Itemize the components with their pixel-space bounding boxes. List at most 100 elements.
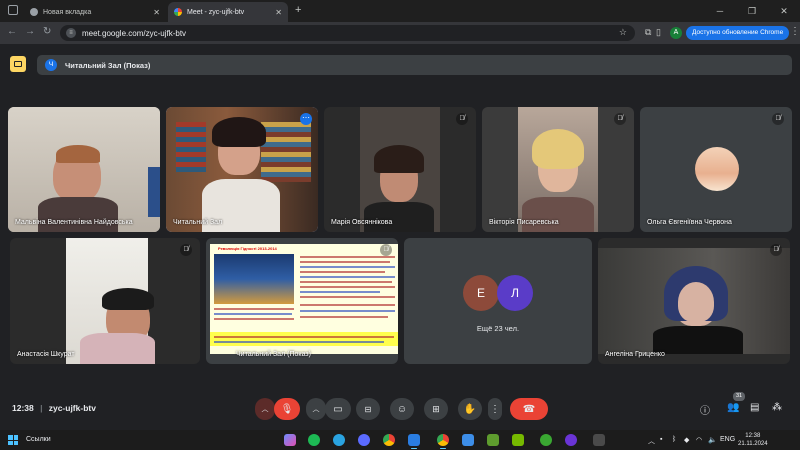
participant-tile[interactable]: 🎙̸ Анастасія Шкурат <box>10 238 200 364</box>
mic-toggle-button[interactable]: 🎙 <box>274 398 300 420</box>
chrome-active-icon[interactable] <box>437 434 449 449</box>
bluetooth-icon[interactable]: ᛒ <box>672 436 676 443</box>
slide-text-line <box>300 296 395 298</box>
more-options-icon[interactable]: ⋯ <box>300 113 312 125</box>
person-body <box>653 326 743 354</box>
close-tab-icon[interactable]: ✕ <box>153 8 160 17</box>
tab-title: Meet - zyc-ujfk-btv <box>187 8 245 16</box>
utorrent-icon[interactable] <box>540 434 552 446</box>
close-tab-icon[interactable]: ✕ <box>275 8 282 17</box>
participant-tile[interactable]: ⋯ Читальний Зал <box>166 107 318 232</box>
avatar-initial: Л <box>511 286 519 300</box>
nvidia-icon[interactable] <box>512 434 524 446</box>
new-tab-icon[interactable]: + <box>295 4 301 16</box>
close-window-icon[interactable]: ✕ <box>768 0 800 22</box>
system-clock[interactable]: 12:38 21.11.2024 <box>738 432 768 448</box>
bookshelf <box>261 122 311 182</box>
raise-hand-button[interactable]: ✋ <box>458 398 482 420</box>
address-bar[interactable]: ≡ meet.google.com/zyc-ujfk-btv ☆ <box>60 25 635 41</box>
others-tile[interactable]: Е Л Ещё 23 чел. <box>404 238 592 364</box>
maximize-icon[interactable]: ❐ <box>736 0 768 22</box>
chrome-icon[interactable] <box>383 434 395 446</box>
activities-icon[interactable]: ⁂ <box>772 402 782 413</box>
media-app-icon[interactable] <box>565 434 577 446</box>
steam-icon[interactable] <box>462 434 474 446</box>
participant-tile[interactable]: 🎙̸ Ольга Євгеніївна Червона <box>640 107 792 232</box>
reactions-button[interactable]: ☺ <box>390 398 414 420</box>
presentation-tile[interactable]: Революція Гідності 2013-2014 🎙̸ Читальни… <box>206 238 398 364</box>
back-icon[interactable]: ← <box>7 26 17 37</box>
more-options-button[interactable]: ⋮ <box>488 398 502 420</box>
mic-off-icon: 🎙̸ <box>770 244 782 256</box>
participant-tile[interactable]: Мальвіна Валентинівна Найдовська <box>8 107 160 232</box>
language-indicator[interactable]: ENG <box>720 436 735 443</box>
minimize-icon[interactable]: ─ <box>704 0 736 22</box>
present-button[interactable]: ⊞ <box>424 398 448 420</box>
settings-icon[interactable] <box>593 434 605 446</box>
slide-text-line <box>300 266 395 268</box>
more-vert-icon: ⋮ <box>490 403 500 415</box>
windows-start-icon[interactable] <box>8 435 18 445</box>
presenting-icon[interactable] <box>10 56 26 72</box>
clock-time: 12:38 <box>745 433 761 439</box>
browser-tabstrip: Новая вкладка ✕ Meet - zyc-ujfk-btv ✕ + … <box>0 0 800 22</box>
chrome-update-button[interactable]: Доступно обновление Chrome <box>686 26 790 40</box>
chevron-up-icon: ︿ <box>312 406 320 413</box>
leave-call-button[interactable]: ☎ <box>510 398 548 420</box>
audio-options-button[interactable]: ︿ <box>255 398 275 420</box>
participant-tile[interactable]: 🎙̸ Марія Овсяннікова <box>324 107 476 232</box>
video-options-button[interactable]: ︿ <box>306 398 326 420</box>
bookmark-star-icon[interactable]: ☆ <box>619 27 627 38</box>
participant-name: Читальний Зал <box>173 219 223 226</box>
minecraft-icon[interactable] <box>487 434 499 446</box>
participant-tile[interactable]: 🎙̸ Вікторія Писаревська <box>482 107 634 232</box>
site-info-icon[interactable]: ≡ <box>66 28 76 38</box>
edge-app-icon[interactable] <box>408 434 420 449</box>
tab-meet[interactable]: Meet - zyc-ujfk-btv ✕ <box>168 2 288 22</box>
tab-search-icon[interactable] <box>8 5 18 15</box>
person-hair <box>532 129 584 169</box>
captions-button[interactable]: ⊟ <box>356 398 380 420</box>
tray-app-icon[interactable]: ◆ <box>684 436 689 444</box>
messenger-icon[interactable] <box>358 434 370 446</box>
volume-icon[interactable]: 🔈 <box>708 436 717 444</box>
browser-toolbar: ← → ↻ ≡ meet.google.com/zyc-ujfk-btv ☆ ⧉… <box>0 22 800 44</box>
more-participants-label: Ещё 23 чел. <box>476 324 520 333</box>
forward-icon[interactable]: → <box>25 26 35 37</box>
mic-off-icon: 🎙̸ <box>456 113 468 125</box>
participant-count-badge: 31 <box>733 392 745 401</box>
participant-tile[interactable]: 🎙̸ Ангеліна Гриценко <box>598 238 790 364</box>
person-hair <box>56 145 100 163</box>
side-panel-icon[interactable]: ▯ <box>656 27 661 38</box>
presentation-bar[interactable]: Ч Читальний Зал (Показ) <box>37 55 792 75</box>
browser-menu-icon[interactable]: ⋮ <box>790 26 800 37</box>
wifi-icon[interactable]: ◠ <box>696 436 702 444</box>
tray-camera-icon[interactable]: ▪ <box>660 436 662 443</box>
person-body <box>38 197 118 232</box>
hand-icon: ✋ <box>463 403 477 415</box>
chat-icon[interactable]: ▤ <box>750 402 759 413</box>
spotify-icon[interactable] <box>308 434 320 446</box>
copilot-icon[interactable] <box>284 434 296 446</box>
people-icon[interactable]: 👥 <box>727 402 739 413</box>
presentation-slide: Революція Гідності 2013-2014 <box>210 244 398 354</box>
links-toolbar-label[interactable]: Ссылки <box>26 436 51 443</box>
mic-off-icon: 🎙̸ <box>772 113 784 125</box>
slide-text-line <box>300 276 395 278</box>
reload-icon[interactable]: ↻ <box>43 26 51 37</box>
person-hair <box>212 117 266 147</box>
profile-avatar[interactable]: A <box>670 27 682 39</box>
extensions-icon[interactable]: ⧉ <box>645 27 651 38</box>
telegram-icon[interactable] <box>333 434 345 446</box>
captions-icon: ⊟ <box>364 404 372 414</box>
camera-toggle-button[interactable]: ▭ <box>325 398 351 420</box>
slide-text-line <box>214 308 294 310</box>
window-controls: ─ ❐ ✕ <box>704 0 800 22</box>
person-hat <box>102 288 154 310</box>
info-icon[interactable]: ⓘ <box>700 402 710 417</box>
separator: | <box>40 403 43 413</box>
tray-overflow-icon[interactable]: ︿ <box>648 436 655 446</box>
slide-text-line <box>300 310 395 312</box>
tab-new-tab[interactable]: Новая вкладка ✕ <box>24 2 166 22</box>
presenter-avatar: Ч <box>45 59 57 71</box>
